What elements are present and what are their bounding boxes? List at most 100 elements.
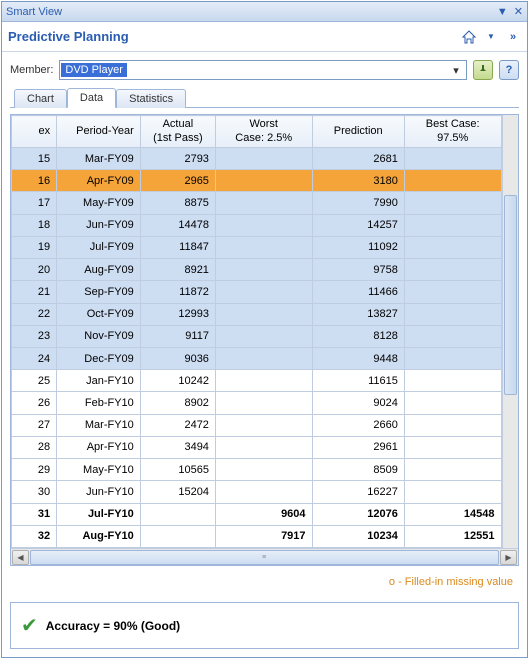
cell[interactable] (215, 325, 312, 347)
cell[interactable] (404, 436, 501, 458)
cell[interactable]: 20 (12, 259, 57, 281)
table-row[interactable]: 32Aug-FY1079171023412551 (12, 525, 502, 547)
cell[interactable]: Jun-FY09 (57, 214, 141, 236)
cell[interactable]: 8921 (140, 259, 215, 281)
col-index[interactable]: ex (12, 116, 57, 148)
cell[interactable]: 12076 (312, 503, 404, 525)
cell[interactable] (215, 259, 312, 281)
cell[interactable]: 18 (12, 214, 57, 236)
cell[interactable] (404, 347, 501, 369)
cell[interactable]: 11847 (140, 236, 215, 258)
cell[interactable] (404, 214, 501, 236)
member-select[interactable]: DVD Player ▾ (59, 60, 467, 80)
cell[interactable]: 10242 (140, 370, 215, 392)
cell[interactable]: 29 (12, 459, 57, 481)
cell[interactable] (215, 481, 312, 503)
cell[interactable] (404, 303, 501, 325)
expand-icon[interactable]: » (505, 29, 521, 45)
cell[interactable]: 9036 (140, 347, 215, 369)
cell[interactable] (404, 325, 501, 347)
cell[interactable] (404, 259, 501, 281)
col-period[interactable]: Period-Year (57, 116, 141, 148)
cell[interactable]: 17 (12, 192, 57, 214)
cell[interactable]: Feb-FY10 (57, 392, 141, 414)
chevron-down-icon[interactable]: ▾ (448, 64, 464, 77)
cell[interactable]: 24 (12, 347, 57, 369)
cell[interactable] (404, 392, 501, 414)
col-actual[interactable]: Actual (1st Pass) (140, 116, 215, 148)
cell[interactable]: Apr-FY10 (57, 436, 141, 458)
cell[interactable] (215, 281, 312, 303)
cell[interactable]: 7990 (312, 192, 404, 214)
cell[interactable]: 2660 (312, 414, 404, 436)
cell[interactable]: Oct-FY09 (57, 303, 141, 325)
cell[interactable]: 27 (12, 414, 57, 436)
cell[interactable]: 10565 (140, 459, 215, 481)
cell[interactable] (140, 503, 215, 525)
cell[interactable] (215, 303, 312, 325)
table-row[interactable]: 18Jun-FY091447814257 (12, 214, 502, 236)
cell[interactable]: 2793 (140, 148, 215, 170)
cell[interactable]: 8509 (312, 459, 404, 481)
cell[interactable]: 8902 (140, 392, 215, 414)
cell[interactable]: 10234 (312, 525, 404, 547)
cell[interactable]: 16227 (312, 481, 404, 503)
cell[interactable]: 8128 (312, 325, 404, 347)
cell[interactable]: 26 (12, 392, 57, 414)
cell[interactable]: 30 (12, 481, 57, 503)
table-row[interactable]: 28Apr-FY1034942961 (12, 436, 502, 458)
cell[interactable]: Jul-FY09 (57, 236, 141, 258)
table-row[interactable]: 27Mar-FY1024722660 (12, 414, 502, 436)
cell[interactable] (404, 459, 501, 481)
cell[interactable] (215, 148, 312, 170)
cell[interactable]: 15 (12, 148, 57, 170)
table-row[interactable]: 23Nov-FY0991178128 (12, 325, 502, 347)
cell[interactable]: 9758 (312, 259, 404, 281)
cell[interactable] (404, 370, 501, 392)
cell[interactable] (215, 347, 312, 369)
cell[interactable]: Jan-FY10 (57, 370, 141, 392)
table-row[interactable]: 15Mar-FY0927932681 (12, 148, 502, 170)
cell[interactable]: 23 (12, 325, 57, 347)
table-row[interactable]: 19Jul-FY0911847 11092 (12, 236, 502, 258)
cell[interactable]: 2965 (140, 170, 215, 192)
tab-statistics[interactable]: Statistics (116, 89, 186, 108)
cell[interactable]: 11872 (140, 281, 215, 303)
table-row[interactable]: 17May-FY0988757990 (12, 192, 502, 214)
scroll-left-icon[interactable]: ◀ (12, 550, 29, 565)
cell[interactable] (215, 370, 312, 392)
cell[interactable]: 9024 (312, 392, 404, 414)
table-row[interactable]: 25Jan-FY101024211615 (12, 370, 502, 392)
cell[interactable]: Apr-FY09 (57, 170, 141, 192)
table-row[interactable]: 20Aug-FY098921 9758 (12, 259, 502, 281)
menu-dropdown-icon[interactable]: ▼ (483, 29, 499, 45)
horizontal-scrollbar[interactable]: ◀ ≡ ▶ (11, 548, 518, 565)
cell[interactable]: 19 (12, 236, 57, 258)
col-worst[interactable]: Worst Case: 2.5% (215, 116, 312, 148)
cell[interactable]: 31 (12, 503, 57, 525)
table-row[interactable]: 29May-FY10105658509 (12, 459, 502, 481)
cell[interactable]: Aug-FY09 (57, 259, 141, 281)
cell[interactable]: 12551 (404, 525, 501, 547)
cell[interactable] (404, 236, 501, 258)
vertical-scrollbar[interactable] (502, 115, 518, 548)
cell[interactable]: 11615 (312, 370, 404, 392)
cell[interactable]: Jul-FY10 (57, 503, 141, 525)
cell[interactable]: 2961 (312, 436, 404, 458)
col-prediction[interactable]: Prediction (312, 116, 404, 148)
vertical-scroll-thumb[interactable] (504, 195, 517, 395)
cell[interactable]: 12993 (140, 303, 215, 325)
cell[interactable]: 11092 (312, 236, 404, 258)
cell[interactable] (215, 214, 312, 236)
cell[interactable]: 14548 (404, 503, 501, 525)
cell[interactable]: 22 (12, 303, 57, 325)
cell[interactable] (215, 436, 312, 458)
col-best[interactable]: Best Case: 97.5% (404, 116, 501, 148)
table-row[interactable]: 21Sep-FY091187211466 (12, 281, 502, 303)
cell[interactable]: 2681 (312, 148, 404, 170)
cell[interactable]: 7917 (215, 525, 312, 547)
cell[interactable]: 13827 (312, 303, 404, 325)
cell[interactable] (215, 459, 312, 481)
cell[interactable]: 9604 (215, 503, 312, 525)
cell[interactable] (404, 148, 501, 170)
